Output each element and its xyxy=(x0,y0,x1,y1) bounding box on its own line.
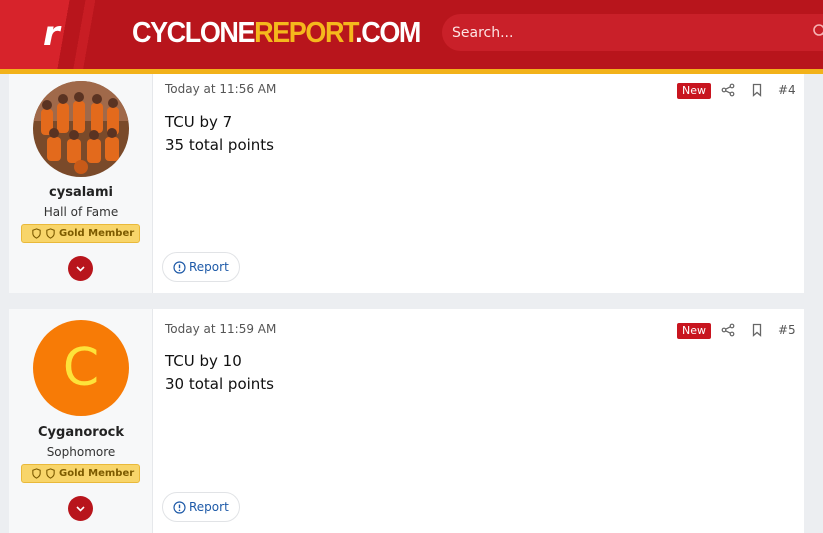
site-brand-logo[interactable]: CYCLONEREPORT.COM xyxy=(132,17,421,50)
avatar-letter: C xyxy=(62,338,100,398)
bookmark-icon[interactable] xyxy=(750,83,764,97)
shield-icon xyxy=(32,228,41,239)
brand-cyclone: CYCLONE xyxy=(132,17,256,49)
post-user-title: Sophomore xyxy=(46,445,116,459)
shield-icon xyxy=(46,468,55,479)
post-number-link[interactable]: #4 xyxy=(778,83,796,97)
post-4: cysalami Hall of Fame Gold Member Today … xyxy=(9,74,804,293)
expand-user-info-button[interactable] xyxy=(68,256,93,281)
info-icon xyxy=(173,260,186,274)
report-label: Report xyxy=(189,260,229,274)
post-5: C Cyganorock Sophomore Gold Member Today… xyxy=(9,309,804,533)
site-logo-mark[interactable]: r xyxy=(43,14,60,54)
report-button[interactable]: Report xyxy=(162,252,240,282)
search-icon[interactable] xyxy=(812,23,823,39)
gold-member-badge: Gold Member xyxy=(21,464,140,483)
avatar[interactable] xyxy=(33,81,129,177)
post-user-sidebar: cysalami Hall of Fame Gold Member xyxy=(9,74,153,293)
search-input[interactable] xyxy=(452,22,752,43)
post-timestamp[interactable]: Today at 11:56 AM xyxy=(165,82,276,96)
shield-icon xyxy=(32,468,41,479)
expand-user-info-button[interactable] xyxy=(68,496,93,521)
badge-label: Gold Member xyxy=(59,468,135,479)
new-badge: New xyxy=(677,323,711,339)
post-number-link[interactable]: #5 xyxy=(778,323,796,337)
post-body-line: 35 total points xyxy=(165,136,274,154)
gold-member-badge: Gold Member xyxy=(21,224,140,243)
avatar[interactable]: C xyxy=(33,320,129,416)
share-icon[interactable] xyxy=(721,323,735,337)
badge-label: Gold Member xyxy=(59,228,135,239)
site-header: r CYCLONEREPORT.COM xyxy=(0,0,823,69)
post-body-line: TCU by 7 xyxy=(165,113,233,131)
post-body-line: TCU by 10 xyxy=(165,352,242,370)
report-button[interactable]: Report xyxy=(162,492,240,522)
info-icon xyxy=(173,500,186,514)
share-icon[interactable] xyxy=(721,83,735,97)
chevron-down-icon xyxy=(76,505,85,512)
bookmark-icon[interactable] xyxy=(750,323,764,337)
report-label: Report xyxy=(189,500,229,514)
shield-icon xyxy=(46,228,55,239)
brand-report: REPORT xyxy=(254,17,356,49)
post-body-line: 30 total points xyxy=(165,375,274,393)
post-username[interactable]: cysalami xyxy=(9,185,153,200)
post-timestamp[interactable]: Today at 11:59 AM xyxy=(165,322,276,336)
new-badge: New xyxy=(677,83,711,99)
search-box[interactable] xyxy=(442,14,823,51)
post-username[interactable]: Cyganorock xyxy=(9,425,153,440)
brand-suffix: .COM xyxy=(355,17,421,49)
chevron-down-icon xyxy=(76,265,85,272)
post-user-title: Hall of Fame xyxy=(43,205,119,219)
post-user-sidebar: C Cyganorock Sophomore Gold Member xyxy=(9,309,153,533)
